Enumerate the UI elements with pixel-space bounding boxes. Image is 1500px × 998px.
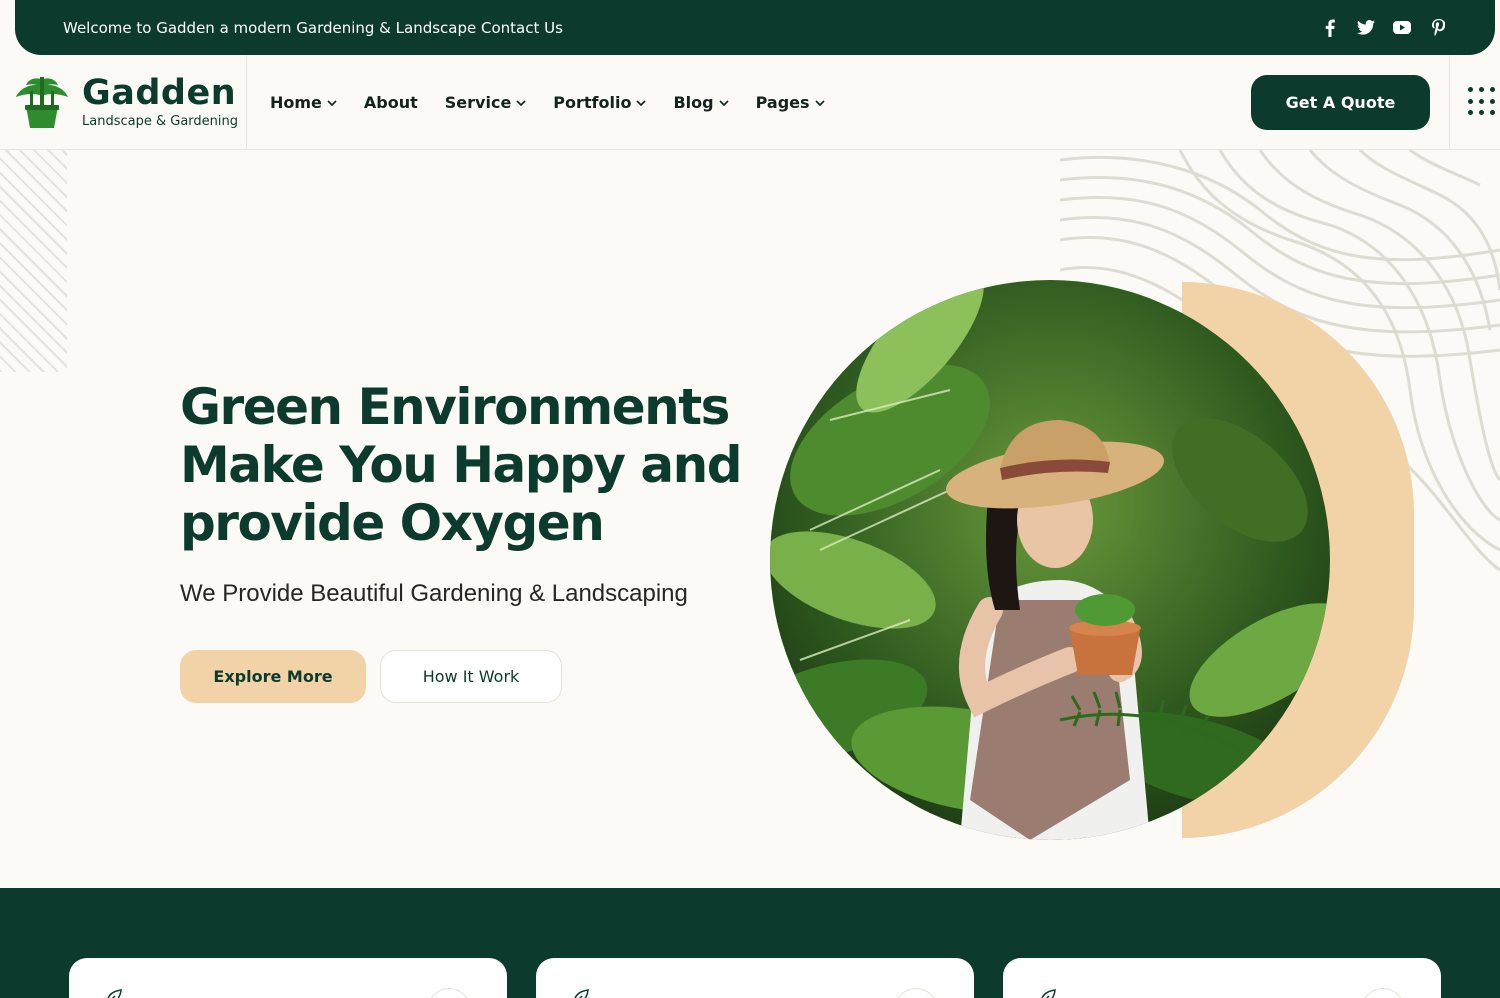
- nav-item-service[interactable]: Service: [445, 93, 527, 112]
- nav-item-about[interactable]: About: [364, 93, 418, 112]
- get-quote-button[interactable]: Get A Quote: [1251, 75, 1430, 130]
- nav-item-blog[interactable]: Blog: [673, 93, 729, 112]
- social-links: [1321, 19, 1447, 37]
- leaf-icon: [1041, 989, 1056, 998]
- nav-item-pages[interactable]: Pages: [756, 93, 825, 112]
- nav-item-home[interactable]: Home: [270, 93, 337, 112]
- nav-item-portfolio[interactable]: Portfolio: [553, 93, 647, 112]
- feature-card-3[interactable]: [1003, 958, 1441, 998]
- feature-card-2[interactable]: [536, 958, 974, 998]
- chevron-down-icon: [636, 99, 647, 106]
- brand-tagline: Landscape & Gardening: [82, 113, 238, 129]
- card-arrow-circle[interactable]: [1361, 988, 1405, 998]
- header-divider-right: [1449, 55, 1450, 150]
- chevron-down-icon: [719, 99, 729, 106]
- feature-card-1[interactable]: [69, 958, 507, 998]
- explore-more-button[interactable]: Explore More: [180, 650, 366, 703]
- header-divider-left: [246, 55, 247, 150]
- brand-name: Gadden: [82, 72, 237, 113]
- nav-label: Home: [270, 93, 322, 112]
- logo[interactable]: Gadden Landscape & Gardening: [14, 73, 238, 129]
- nav-label: Pages: [755, 93, 810, 112]
- top-bar: Welcome to Gadden a modern Gardening & L…: [15, 0, 1495, 55]
- card-arrow-circle[interactable]: [427, 988, 471, 998]
- grid-menu-icon[interactable]: [1468, 87, 1498, 117]
- plant-pot-icon: [16, 77, 68, 128]
- leaf-icon: [107, 989, 122, 998]
- facebook-icon[interactable]: [1321, 19, 1339, 37]
- nav-label: Service: [444, 93, 512, 112]
- hero-title: Green Environments Make You Happy and pr…: [180, 378, 743, 552]
- leaf-icon: [574, 989, 589, 998]
- hero-subtitle: We Provide Beautiful Gardening & Landsca…: [180, 580, 688, 607]
- card-arrow-circle[interactable]: [894, 988, 938, 998]
- chevron-down-icon: [516, 99, 526, 106]
- youtube-icon[interactable]: [1393, 19, 1411, 37]
- how-it-work-button[interactable]: How It Work: [380, 650, 562, 703]
- nav-label: About: [363, 93, 418, 112]
- twitter-icon[interactable]: [1357, 19, 1375, 37]
- chevron-down-icon: [814, 99, 825, 106]
- main-header: Gadden Landscape & Gardening Home About …: [0, 55, 1500, 150]
- nav-label: Blog: [673, 93, 714, 112]
- pinterest-icon[interactable]: [1429, 19, 1447, 37]
- welcome-text: Welcome to Gadden a modern Gardening & L…: [63, 18, 563, 37]
- nav-label: Portfolio: [553, 93, 632, 112]
- decorative-stripes: [0, 150, 67, 372]
- main-nav: Home About Service Portfolio Blog Pages: [270, 55, 825, 150]
- chevron-down-icon: [327, 99, 337, 106]
- hero-photo-gardener: [770, 280, 1330, 840]
